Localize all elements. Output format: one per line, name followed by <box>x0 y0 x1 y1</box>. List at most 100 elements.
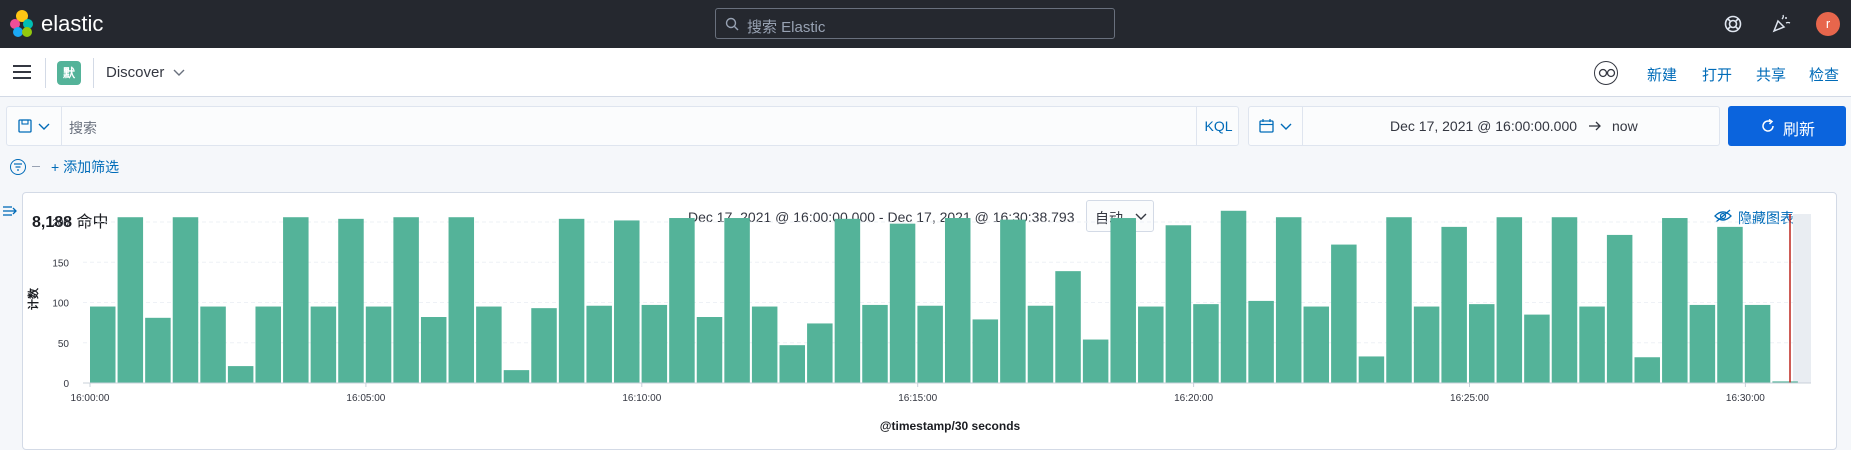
histogram-bar <box>1165 225 1192 383</box>
histogram-bar <box>1275 217 1302 383</box>
histogram-bar <box>200 306 226 383</box>
global-header: elastic 搜索 Elastic r <box>0 0 1851 48</box>
histogram-bar <box>1551 217 1578 383</box>
open-link[interactable]: 打开 <box>1702 64 1732 85</box>
histogram-bar <box>1662 218 1688 383</box>
histogram-bar <box>1138 306 1164 383</box>
y-tick-label: 50 <box>58 339 70 350</box>
histogram-bar <box>751 306 778 383</box>
histogram-bar <box>227 366 254 383</box>
newsfeed-cheer-icon[interactable] <box>1771 14 1791 34</box>
saved-query-button[interactable] <box>7 107 62 145</box>
x-tick-label: 16:05:00 <box>346 393 385 404</box>
histogram-bar <box>1469 304 1495 383</box>
search-icon <box>725 17 739 31</box>
chevron-down-icon <box>1280 123 1292 130</box>
navbar-divider <box>93 58 94 88</box>
histogram-bar <box>1027 305 1054 383</box>
x-tick-label: 16:20:00 <box>1174 393 1213 404</box>
histogram-bar <box>1248 300 1274 383</box>
histogram-bar <box>944 218 971 383</box>
histogram-bar <box>1744 304 1771 383</box>
refresh-icon <box>1762 119 1774 132</box>
histogram-bar <box>476 306 502 383</box>
inspect-glasses-icon[interactable] <box>1594 61 1618 85</box>
global-search-placeholder: 搜索 Elastic <box>747 19 826 36</box>
filter-options-icon[interactable] <box>10 159 26 175</box>
y-tick-label: 150 <box>52 258 69 269</box>
calendar-icon <box>1259 119 1274 133</box>
histogram-bar <box>779 345 805 383</box>
x-tick-label: 16:15:00 <box>898 393 937 404</box>
histogram-bar <box>393 217 419 383</box>
histogram-bar <box>641 304 668 383</box>
histogram-bar <box>696 317 723 383</box>
histogram-bar <box>1579 306 1605 383</box>
query-language-button[interactable]: KQL <box>1196 107 1240 145</box>
date-start-button[interactable]: Dec 17, 2021 @ 16:00:00.000 <box>1390 118 1577 134</box>
y-axis-title: 计数 <box>26 287 40 310</box>
menu-hamburger-icon[interactable] <box>13 65 31 79</box>
new-link[interactable]: 新建 <box>1647 64 1677 85</box>
histogram-bar <box>558 218 585 383</box>
histogram-chart[interactable]: 0 50 100 150 200 16:00:00 16:05:00 16:10:00 16:1… <box>23 193 1838 449</box>
histogram-bar <box>1000 219 1026 383</box>
add-filter-button[interactable]: + 添加筛选 <box>51 157 119 177</box>
y-tick-label: 200 <box>52 218 69 229</box>
save-disk-icon <box>18 119 32 133</box>
breadcrumb-discover[interactable]: Discover <box>106 64 164 81</box>
x-tick-label: 16:00:00 <box>71 393 110 404</box>
histogram-bar <box>724 218 750 383</box>
histogram-bar <box>1441 226 1467 383</box>
histogram-bar <box>1606 234 1633 383</box>
histogram-bar <box>1689 304 1716 383</box>
elastic-logo-icon[interactable] <box>10 10 34 38</box>
histogram-bar <box>1110 218 1136 383</box>
refresh-label: 刷新 <box>1783 122 1816 139</box>
histogram-bar <box>834 218 861 383</box>
arrow-right-icon <box>1589 121 1601 131</box>
histogram-bar <box>117 217 144 383</box>
histogram-bar <box>255 306 281 383</box>
global-search-input[interactable]: 搜索 Elastic <box>715 8 1115 39</box>
space-avatar[interactable]: 默 <box>57 61 81 85</box>
help-lifebuoy-icon[interactable] <box>1723 14 1743 34</box>
histogram-bar <box>1717 226 1743 383</box>
chevron-down-icon[interactable] <box>172 68 186 78</box>
histogram-bar <box>283 217 309 383</box>
histogram-bar <box>1524 314 1550 383</box>
quick-date-menu-button[interactable] <box>1249 107 1303 145</box>
share-link[interactable]: 共享 <box>1756 64 1786 85</box>
histogram-bar <box>172 217 199 383</box>
y-tick-label: 100 <box>52 299 69 310</box>
x-tick-label: 16:30:00 <box>1726 393 1765 404</box>
chevron-down-icon <box>38 123 50 130</box>
date-picker: Dec 17, 2021 @ 16:00:00.000 now <box>1248 106 1720 146</box>
x-tick-label: 16:25:00 <box>1450 393 1489 404</box>
histogram-bar <box>145 317 171 383</box>
navbar-divider <box>45 58 46 88</box>
x-tick-label: 16:10:00 <box>622 393 661 404</box>
histogram-bar <box>586 305 612 383</box>
histogram-bar <box>1082 339 1109 383</box>
histogram-bar <box>1386 217 1412 383</box>
query-input[interactable]: 搜索 <box>69 118 97 138</box>
brand-name[interactable]: elastic <box>41 11 103 37</box>
histogram-bar <box>1055 271 1081 383</box>
date-end-button[interactable]: now <box>1612 118 1638 134</box>
histogram-bar <box>1331 244 1357 383</box>
histogram-bar <box>807 323 833 383</box>
user-avatar[interactable]: r <box>1816 12 1840 36</box>
histogram-bar <box>90 306 116 383</box>
histogram-bar <box>889 223 916 383</box>
histogram-bar <box>365 306 392 383</box>
histogram-bar <box>669 218 695 383</box>
histogram-bar <box>338 218 364 383</box>
histogram-bar <box>972 319 999 383</box>
histogram-bar <box>1303 306 1330 383</box>
inspect-link[interactable]: 检查 <box>1809 64 1839 85</box>
histogram-bar <box>503 370 530 383</box>
refresh-button[interactable]: 刷新 <box>1728 106 1846 146</box>
sidebar-toggle-icon[interactable] <box>2 205 18 217</box>
histogram-bar <box>1634 357 1660 383</box>
